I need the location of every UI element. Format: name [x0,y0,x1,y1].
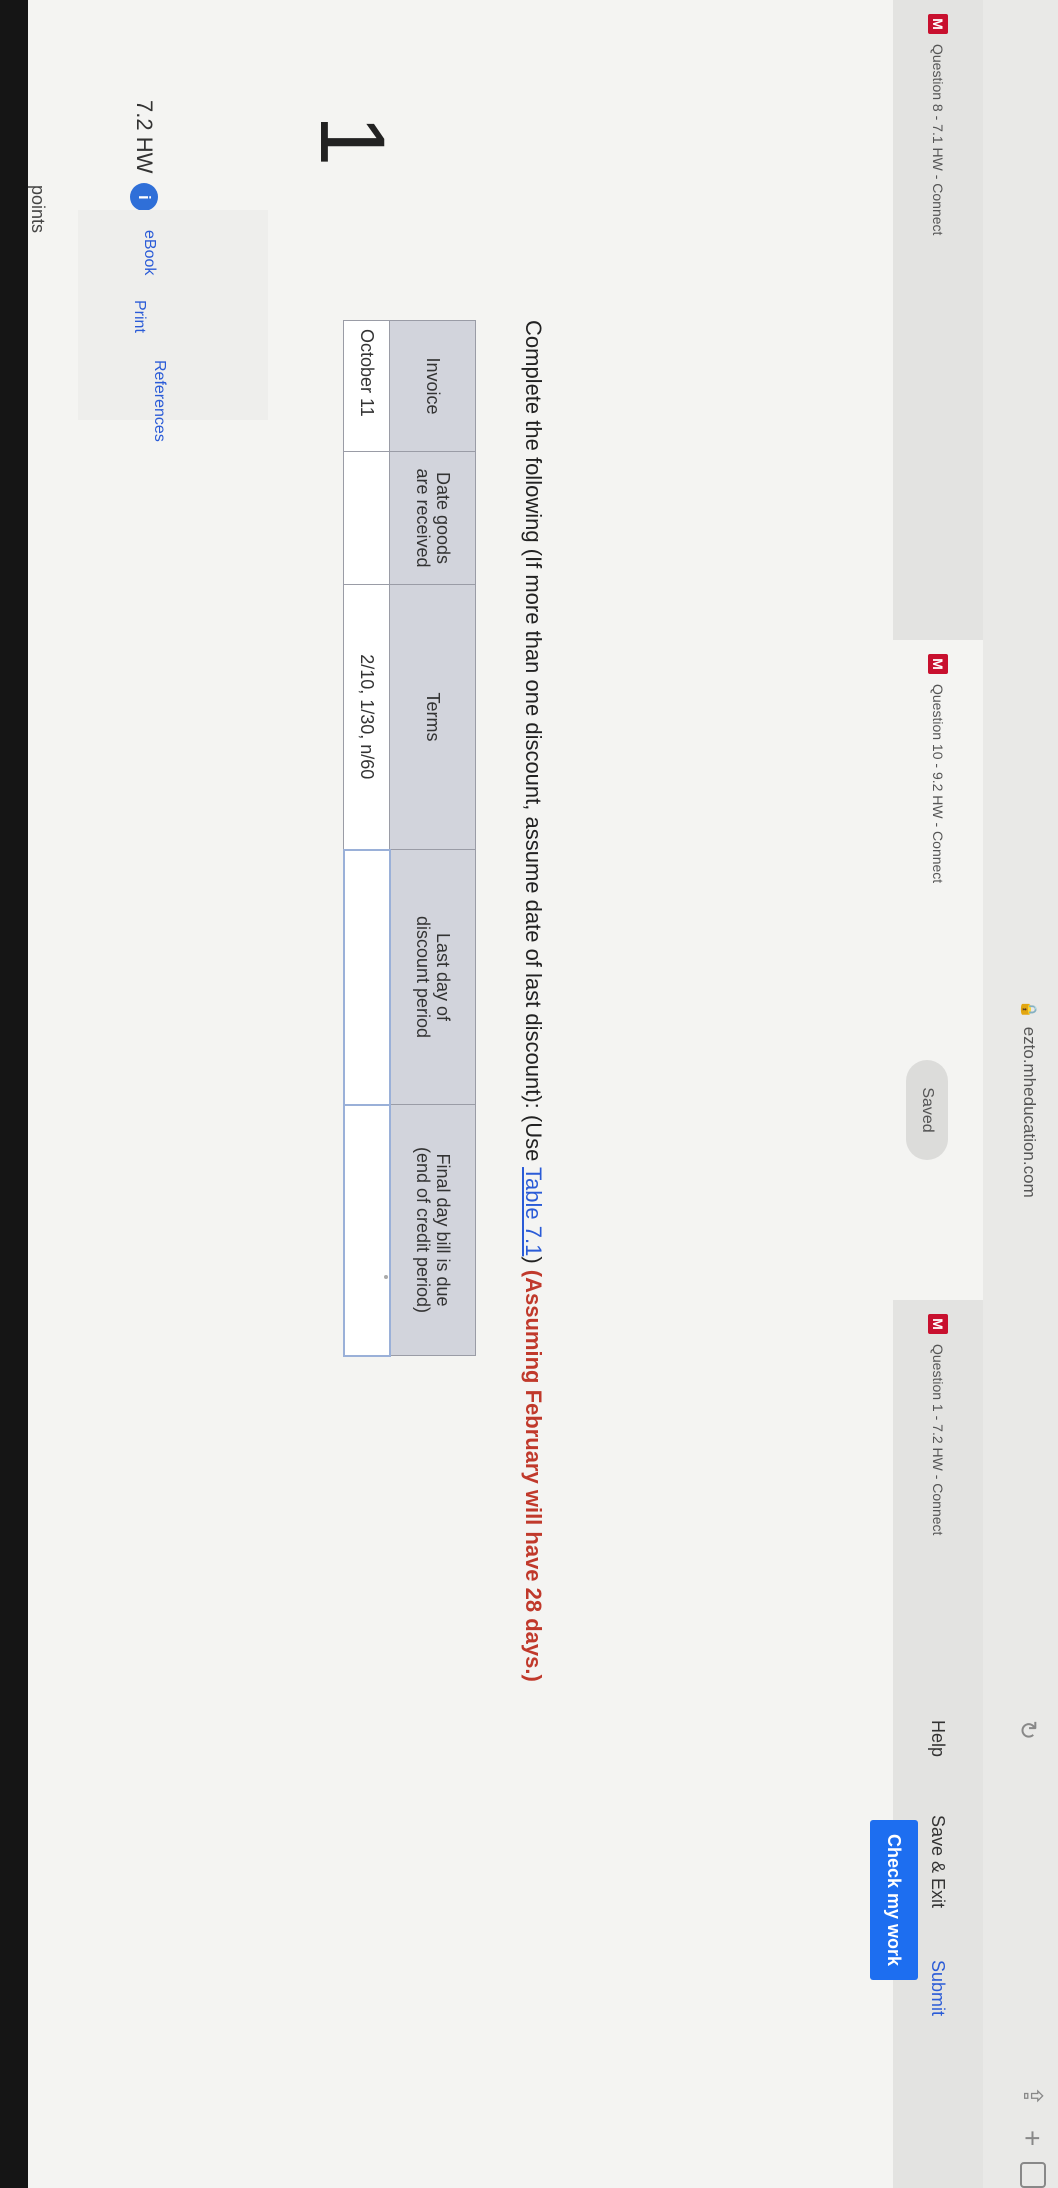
tab-label: Question 1 - 7.2 HW - Connect [930,1344,946,1536]
lock-icon: 🔒 [1020,1000,1037,1019]
input-value [345,859,389,1096]
table-row: October 11 2/10, 1/30, n/60 [344,320,390,1356]
mcgraw-hill-logo-icon: M [928,1314,948,1334]
tab-question-10[interactable]: M Question 10 - 9.2 HW - Connect [893,640,983,1300]
references-link[interactable]: References [150,360,168,442]
url-bar[interactable]: 🔒 ezto.mheducation.com [1014,1000,1044,1260]
ebook-link[interactable]: eBook [140,230,158,275]
submit-link[interactable]: Submit [927,1960,948,2016]
final-due-day-input[interactable] [344,1104,390,1356]
col-header-invoice: Invoice [390,320,476,452]
save-exit-link[interactable]: Save & Exit [927,1815,948,1935]
header-text: Final day bill is due (end of credit per… [413,1146,453,1314]
tab-label: Question 10 - 9.2 HW - Connect [930,684,946,884]
col-header-final-due-day: Final day bill is due (end of credit per… [390,1104,476,1356]
help-link[interactable]: Help [927,1720,948,1757]
browser-window: 🔒 ezto.mheducation.com ↻ ⇪ + M Question … [0,0,1058,2188]
tab-question-8[interactable]: M Question 8 - 7.1 HW - Connect [893,0,983,640]
question-instructions: Complete the following (If more than one… [520,320,546,2020]
share-icon[interactable]: ⇪ [1017,2085,1048,2107]
header-text: Date goods are received [412,468,453,568]
table-7-1-link[interactable]: Table 7.1 [521,1167,546,1256]
table-header-row: Invoice Date goods are received Terms La… [390,320,476,1356]
cell-terms: 2/10, 1/30, n/60 [344,584,390,850]
header-text: Terms [422,692,443,742]
mcgraw-hill-logo-icon: M [928,654,948,674]
saved-status-badge: Saved [906,1060,948,1160]
input-value [345,1114,389,1347]
points-label: points [28,185,48,234]
print-link[interactable]: Print [130,300,148,333]
last-discount-day-input[interactable] [344,849,390,1105]
question-number: 1 [301,115,403,167]
instruction-text: Complete the following (If more than one… [521,320,546,1168]
col-header-last-discount-day: Last day of discount period [390,849,476,1105]
invoice-table: Invoice Date goods are received Terms La… [343,320,476,1357]
info-icon[interactable]: i [130,183,158,212]
tabs-overview-icon[interactable] [1020,2162,1046,2188]
new-tab-icon[interactable]: + [1016,2130,1048,2146]
mcgraw-hill-logo-icon: M [928,14,948,34]
reload-icon[interactable]: ↻ [1013,1720,1042,1740]
header-text: Invoice [422,357,443,415]
photo-stage: 🔒 ezto.mheducation.com ↻ ⇪ + M Question … [0,0,1058,2188]
browser-top-bar: 🔒 ezto.mheducation.com ↻ ⇪ + [983,0,1058,2188]
assignment-title: 7.2 HW i [130,100,158,212]
screen-bezel [0,0,28,2188]
cell-date-received [344,451,390,585]
question-sidebar: eBook Print References [78,210,268,442]
instruction-text-after-link: ) [521,1256,546,1270]
check-my-work-button[interactable]: Check my work [870,1820,918,1980]
february-note: (Assuming February will have 28 days.) [521,1269,546,1682]
header-text: Last day of discount period [413,915,453,1039]
cursor-dot [384,1275,388,1279]
tab-label: Question 8 - 7.1 HW - Connect [930,44,946,236]
col-header-date-received: Date goods are received [390,451,476,585]
cell-invoice: October 11 [344,320,390,452]
url-text: ezto.mheducation.com [1020,1026,1039,1198]
col-header-terms: Terms [390,584,476,850]
assignment-title-text: 7.2 HW [132,100,157,174]
